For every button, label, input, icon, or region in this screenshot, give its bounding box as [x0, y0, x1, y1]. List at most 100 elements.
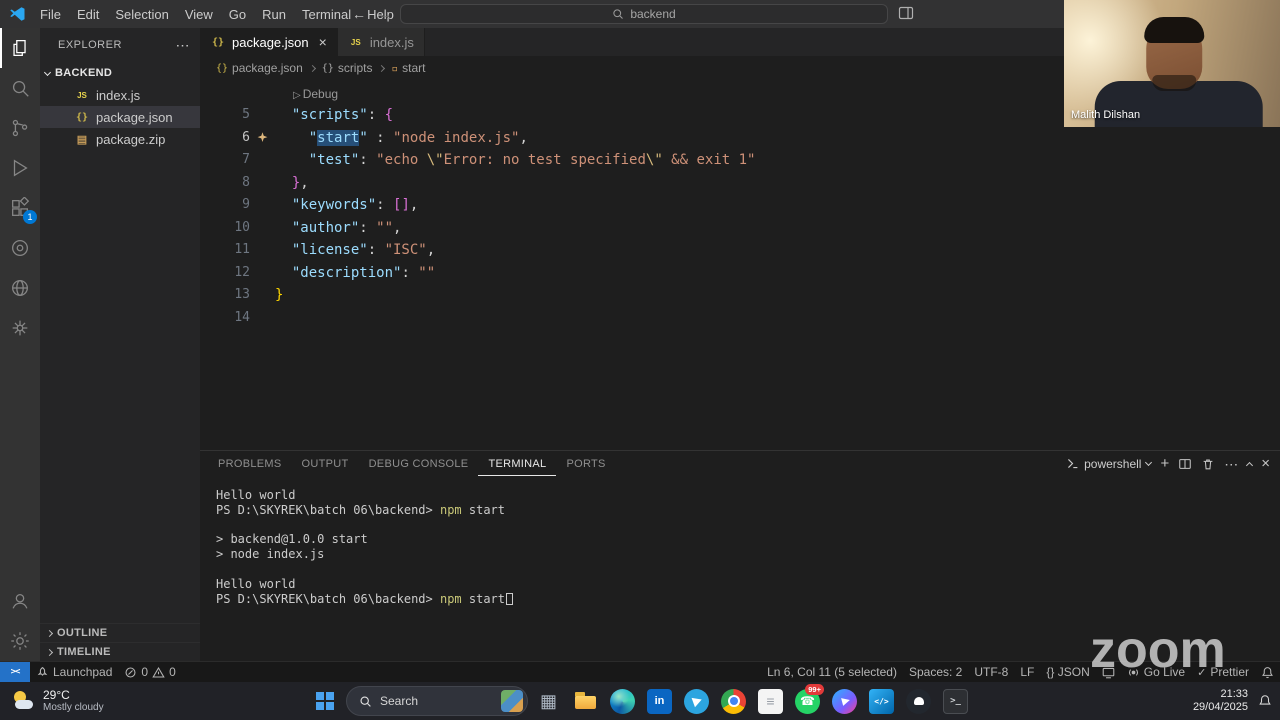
search-sidebar-icon[interactable]: [0, 68, 40, 108]
taskbar-app-edge[interactable]: [604, 682, 641, 720]
problems-item[interactable]: 0 0: [118, 662, 181, 682]
code-line-13[interactable]: 13}: [200, 284, 1280, 307]
menu-file[interactable]: File: [32, 0, 69, 28]
file-index.js[interactable]: index.js: [40, 84, 200, 106]
line-content: "start" : "node index.js",: [308, 129, 528, 146]
tray-time: 21:33: [1220, 687, 1248, 700]
taskbar-app-file-explorer[interactable]: [567, 682, 604, 720]
taskbar-search[interactable]: Search: [346, 686, 528, 716]
panel-tab-terminal[interactable]: TERMINAL: [478, 451, 556, 476]
more-actions-icon[interactable]: [1224, 457, 1238, 471]
taskbar-app-notes[interactable]: [752, 682, 789, 720]
weather-widget[interactable]: 29°C Mostly cloudy: [4, 682, 112, 720]
taskbar-clock[interactable]: 21:33 29/04/2025: [1193, 688, 1248, 715]
menu-go[interactable]: Go: [221, 0, 254, 28]
back-icon[interactable]: [352, 6, 366, 22]
tab-index.js[interactable]: index.js: [337, 28, 425, 56]
taskbar-app-vscode[interactable]: [863, 682, 900, 720]
explorer-title: EXPLORER: [58, 39, 122, 51]
taskbar-app-messenger[interactable]: [826, 682, 863, 720]
code-line-7[interactable]: 7 "test": "echo \"Error: no test specifi…: [200, 149, 1280, 172]
panel-tab-output[interactable]: OUTPUT: [292, 451, 359, 476]
breadcrumb-package-json[interactable]: package.json: [216, 61, 303, 75]
split-terminal-icon[interactable]: [1178, 457, 1192, 471]
line-number: 12: [234, 264, 250, 280]
start-button[interactable]: [306, 682, 344, 720]
accounts-icon[interactable]: [0, 581, 40, 621]
nav-arrows: [352, 0, 392, 28]
search-value: backend: [630, 7, 676, 21]
kill-terminal-icon[interactable]: [1201, 457, 1215, 471]
close-tab-icon[interactable]: [315, 34, 327, 50]
menu-run[interactable]: Run: [254, 0, 294, 28]
taskbar-app-telegram[interactable]: [678, 682, 715, 720]
panel-actions: powershell: [1066, 451, 1270, 476]
indentation[interactable]: Spaces: 2: [903, 662, 968, 682]
file-explorer-icon: [573, 689, 598, 714]
line-number: 11: [234, 242, 250, 257]
remote-explorer-icon[interactable]: [0, 228, 40, 268]
taskbar-app-whatsapp[interactable]: 99+: [789, 682, 826, 720]
menu-terminal[interactable]: Terminal: [294, 0, 359, 28]
panel-tab-problems[interactable]: PROBLEMS: [208, 451, 292, 476]
source-control-icon[interactable]: [0, 108, 40, 148]
breadcrumb-start[interactable]: start: [391, 61, 425, 75]
remote-indicator[interactable]: [0, 662, 30, 682]
code-line-8[interactable]: 8 },: [200, 172, 1280, 195]
eol-sequence[interactable]: LF: [1014, 662, 1040, 682]
launchpad-item[interactable]: Launchpad: [30, 662, 118, 682]
code-line-12[interactable]: 12 "description": "": [200, 262, 1280, 285]
file-package.json[interactable]: package.json: [40, 106, 200, 128]
code-line-10[interactable]: 10 "author": "",: [200, 217, 1280, 240]
file-package.zip[interactable]: package.zip: [40, 128, 200, 150]
language-mode[interactable]: {} JSON: [1040, 662, 1095, 682]
breadcrumb-scripts[interactable]: scripts: [322, 61, 373, 75]
globe-icon[interactable]: [0, 268, 40, 308]
extensions-icon[interactable]: 1: [0, 188, 40, 228]
new-terminal-icon[interactable]: [1160, 456, 1169, 471]
more-actions-icon[interactable]: [176, 37, 191, 54]
line-number: 14: [234, 309, 250, 325]
folder-backend[interactable]: BACKEND: [40, 62, 200, 84]
taskbar-app-terminal[interactable]: [937, 682, 974, 720]
settings-gear-icon[interactable]: [0, 621, 40, 661]
tab-package.json[interactable]: package.json: [200, 28, 338, 56]
cursor-position[interactable]: Ln 6, Col 11 (5 selected): [761, 662, 903, 682]
terminal-output[interactable]: Hello world PS D:\SKYREK\batch 06\backend…: [216, 488, 1270, 661]
encoding[interactable]: UTF-8: [968, 662, 1014, 682]
plugin-icon[interactable]: [0, 308, 40, 348]
taskbar-app-task-view[interactable]: [530, 682, 567, 720]
code-editor[interactable]: Debug 5 "scripts": {6 "start" : "node in…: [200, 80, 1280, 450]
maximize-panel-icon[interactable]: [1246, 460, 1254, 469]
explorer-icon[interactable]: [0, 28, 40, 68]
section-outline[interactable]: OUTLINE: [40, 623, 200, 642]
taskbar-app-linkedin[interactable]: [641, 682, 678, 720]
taskbar-app-chrome[interactable]: [715, 682, 752, 720]
telegram-icon: [684, 688, 709, 714]
screencast-icon[interactable]: [1096, 662, 1121, 682]
code-line-11[interactable]: 11 "license": "ISC",: [200, 239, 1280, 262]
close-panel-icon[interactable]: [1261, 456, 1270, 471]
notification-center-icon[interactable]: [1258, 694, 1272, 708]
code-line-14[interactable]: 14: [200, 307, 1280, 330]
shell-selector[interactable]: powershell: [1066, 457, 1153, 471]
js-file-icon: [74, 87, 90, 103]
code-line-9[interactable]: 9 "keywords": [],: [200, 194, 1280, 217]
run-debug-icon[interactable]: [0, 148, 40, 188]
go-live[interactable]: Go Live: [1121, 662, 1191, 682]
notifications-bell-icon[interactable]: [1255, 662, 1280, 682]
menu-selection[interactable]: Selection: [107, 0, 176, 28]
forward-icon[interactable]: [378, 6, 392, 22]
line-number: 9: [242, 197, 250, 212]
code-line-6[interactable]: 6 "start" : "node index.js",: [200, 127, 1280, 150]
panel-tab-ports[interactable]: PORTS: [556, 451, 615, 476]
prettier-item[interactable]: Prettier: [1191, 662, 1255, 682]
layout-icon[interactable]: [898, 5, 920, 23]
menu-view[interactable]: View: [177, 0, 221, 28]
panel-tab-debug-console[interactable]: DEBUG CONSOLE: [359, 451, 479, 476]
command-center-search[interactable]: backend: [400, 4, 888, 24]
section-timeline[interactable]: TIMELINE: [40, 642, 200, 661]
taskbar-app-github[interactable]: [900, 682, 937, 720]
menu-edit[interactable]: Edit: [69, 0, 107, 28]
